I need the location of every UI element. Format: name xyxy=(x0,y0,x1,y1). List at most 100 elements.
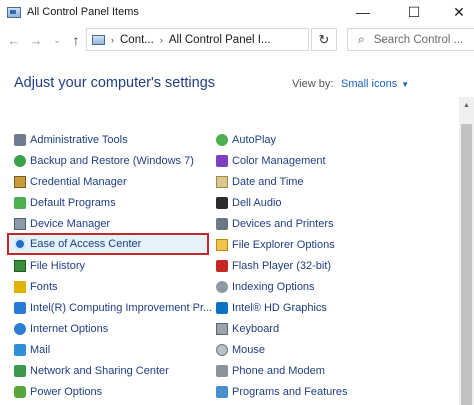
view-by-dropdown[interactable]: Small icons ▼ xyxy=(341,78,409,90)
autoplay-icon xyxy=(216,134,228,146)
default-programs-icon xyxy=(14,197,26,209)
control-panel-item[interactable]: Intel(R) Computing Improvement Pr... xyxy=(14,298,212,318)
item-label: Mouse xyxy=(232,344,266,356)
intel-hd-graphics-icon xyxy=(216,302,228,314)
vertical-scrollbar[interactable]: ▲ xyxy=(459,97,474,405)
minimize-button[interactable]: — xyxy=(341,0,385,24)
file-history-icon xyxy=(14,260,26,272)
control-panel-item[interactable]: AutoPlay xyxy=(216,130,276,150)
color-management-icon xyxy=(216,155,228,167)
control-panel-item[interactable]: Default Programs xyxy=(14,193,116,213)
item-label: Phone and Modem xyxy=(232,365,325,377)
control-panel-item[interactable]: Intel® HD Graphics xyxy=(216,298,327,318)
address-bar[interactable]: › Cont... › All Control Panel I... ⌄ xyxy=(86,28,386,51)
device-manager-icon xyxy=(14,218,26,230)
close-button[interactable]: ✕ xyxy=(437,0,474,24)
item-label: Power Options xyxy=(30,386,103,398)
item-label: File Explorer Options xyxy=(232,239,335,251)
control-panel-item[interactable]: Mail xyxy=(14,340,50,360)
breadcrumb-all-items[interactable]: All Control Panel I... xyxy=(169,34,271,46)
scrollbar-thumb[interactable] xyxy=(461,124,472,405)
control-panel-item[interactable]: Keyboard xyxy=(216,319,279,339)
scroll-up-button[interactable]: ▲ xyxy=(459,97,474,113)
item-label: Programs and Features xyxy=(232,386,348,398)
phone-modem-icon xyxy=(216,365,228,377)
control-panel-item[interactable]: Network and Sharing Center xyxy=(14,361,169,381)
control-panel-item[interactable]: Flash Player (32-bit) xyxy=(216,256,331,276)
item-label: Ease of Access Center xyxy=(30,238,142,250)
mouse-icon xyxy=(216,344,228,356)
up-button[interactable]: ↑ xyxy=(67,31,85,49)
control-panel-item[interactable]: Fonts xyxy=(14,277,58,297)
control-panel-item[interactable]: Devices and Printers xyxy=(216,214,334,234)
control-panel-item[interactable]: Programs and Features xyxy=(216,382,348,402)
item-label: Flash Player (32-bit) xyxy=(232,260,332,272)
flash-player-icon xyxy=(216,260,228,272)
control-panel-icon xyxy=(92,34,105,45)
window-title: All Control Panel Items xyxy=(27,6,139,18)
item-label: Administrative Tools xyxy=(30,134,128,146)
item-label: Keyboard xyxy=(232,323,280,335)
ease-of-access-icon xyxy=(14,238,26,250)
search-icon: ⌕ xyxy=(358,32,365,46)
control-panel-item[interactable]: Power Options xyxy=(14,382,102,402)
item-label: Indexing Options xyxy=(232,281,315,293)
item-label: Fonts xyxy=(30,281,58,293)
dell-audio-icon xyxy=(216,197,228,209)
control-panel-item[interactable]: Color Management xyxy=(216,151,326,171)
date-time-icon xyxy=(216,176,228,188)
view-by-label: View by: xyxy=(292,78,334,90)
control-panel-item[interactable]: Mouse xyxy=(216,340,265,360)
credential-manager-icon xyxy=(14,176,26,188)
back-button[interactable]: ← xyxy=(5,31,23,49)
breadcrumb-control-panel[interactable]: Cont... xyxy=(120,34,154,46)
control-panel-item[interactable]: File History xyxy=(14,256,85,276)
mail-icon xyxy=(14,344,26,356)
control-panel-item[interactable]: File Explorer Options xyxy=(216,235,335,255)
fonts-icon xyxy=(14,281,26,293)
item-label: Dell Audio xyxy=(232,197,282,209)
chevron-down-icon: ▼ xyxy=(401,80,410,89)
recent-locations-button[interactable]: ⌄ xyxy=(48,31,66,49)
control-panel-item[interactable]: Dell Audio xyxy=(216,193,282,213)
item-label: Intel(R) Computing Improvement Pr... xyxy=(30,302,213,314)
devices-printers-icon xyxy=(216,218,228,230)
control-panel-item[interactable]: Internet Options xyxy=(14,319,108,339)
item-label: Device Manager xyxy=(30,218,111,230)
item-label: Network and Sharing Center xyxy=(30,365,169,377)
search-input[interactable]: Search Control ... xyxy=(374,34,463,46)
control-panel-item[interactable]: Indexing Options xyxy=(216,277,315,297)
item-label: Color Management xyxy=(232,155,326,167)
network-sharing-icon xyxy=(14,365,26,377)
refresh-button[interactable]: ↻ xyxy=(311,28,337,51)
item-label: AutoPlay xyxy=(232,134,277,146)
control-panel-item[interactable]: Device Manager xyxy=(14,214,110,234)
admin-tools-icon xyxy=(14,134,26,146)
view-by-value: Small icons xyxy=(341,78,398,90)
power-options-icon xyxy=(14,386,26,398)
search-box[interactable]: ⌕ Search Control ... xyxy=(347,28,474,51)
forward-button[interactable]: → xyxy=(27,31,45,49)
internet-options-icon xyxy=(14,323,26,335)
breadcrumb-separator[interactable]: › xyxy=(160,35,163,45)
maximize-button[interactable]: ☐ xyxy=(392,0,436,24)
item-label: Intel® HD Graphics xyxy=(232,302,327,314)
control-panel-item[interactable]: Phone and Modem xyxy=(216,361,325,381)
navigation-bar: ← → ⌄ ↑ › Cont... › All Control Panel I.… xyxy=(0,24,474,56)
item-label: Default Programs xyxy=(30,197,116,209)
control-panel-item[interactable]: Credential Manager xyxy=(14,172,127,192)
item-label: Mail xyxy=(30,344,51,356)
item-label: Date and Time xyxy=(232,176,304,188)
programs-features-icon xyxy=(216,386,228,398)
item-label: Devices and Printers xyxy=(232,218,334,230)
item-label: Internet Options xyxy=(30,323,109,335)
intel-icon xyxy=(14,302,26,314)
breadcrumb-separator[interactable]: › xyxy=(111,35,114,45)
control-panel-item[interactable]: Backup and Restore (Windows 7) xyxy=(14,151,194,171)
indexing-options-icon xyxy=(216,281,228,293)
control-panel-item-selected[interactable]: Ease of Access Center xyxy=(7,233,209,255)
file-explorer-options-icon xyxy=(216,239,228,251)
control-panel-item[interactable]: Date and Time xyxy=(216,172,304,192)
control-panel-item[interactable]: Administrative Tools xyxy=(14,130,128,150)
item-label: File History xyxy=(30,260,86,272)
